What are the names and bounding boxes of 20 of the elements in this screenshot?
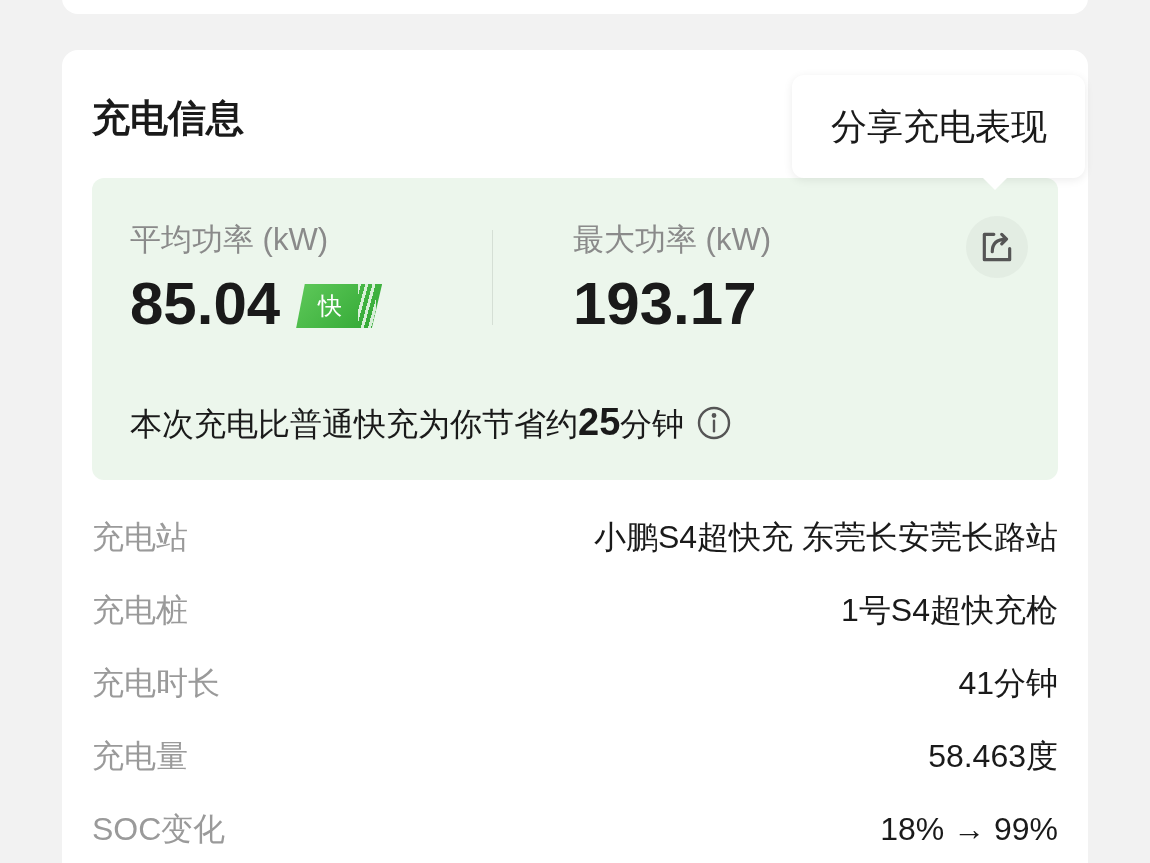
detail-value: 58.463度 [928,736,1058,776]
detail-value: 18% → 99% [880,809,1058,849]
detail-label: 充电时长 [92,663,220,703]
power-value: 193.17 [573,269,757,339]
detail-label: 充电量 [92,736,188,776]
savings-text: 本次充电比普通快充为你节省约25分钟 [130,400,685,445]
fast-badge: 快 [296,284,383,328]
detail-label: SOC变化 [92,809,226,849]
section-title: 充电信息 [92,96,244,141]
detail-value: 1号S4超快充枪 [841,590,1058,630]
tooltip-pointer [982,177,1008,191]
share-tooltip: 分享充电表现 [792,75,1085,178]
info-icon[interactable] [696,405,733,441]
detail-label: 充电桩 [92,590,188,630]
detail-value: 小鹏S4超快充 东莞长安莞长路站 [593,517,1058,557]
detail-value: 41分钟 [958,663,1058,703]
detail-label: 充电站 [92,517,188,557]
power-value: 85.04 [130,269,281,339]
power-label: 最大功率 (kW) [573,221,773,259]
power-label: 平均功率 (kW) [130,221,330,259]
